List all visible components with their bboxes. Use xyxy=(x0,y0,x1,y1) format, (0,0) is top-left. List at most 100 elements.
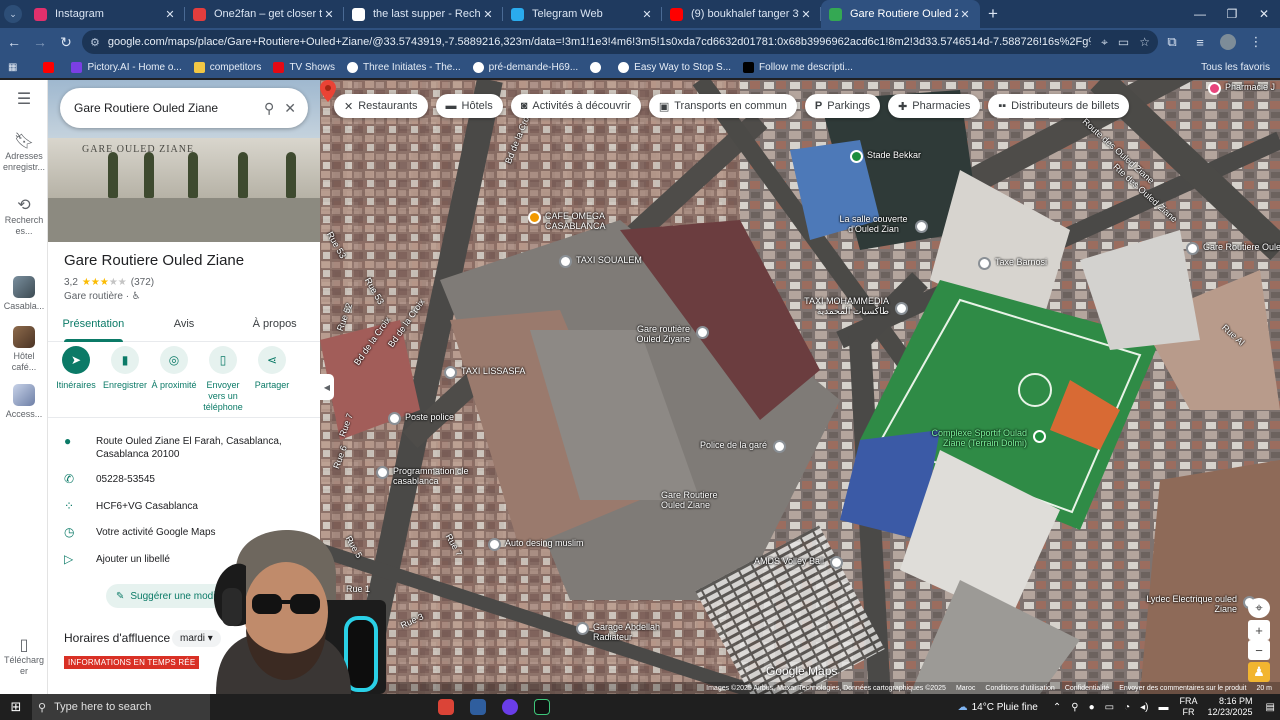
taskbar-app-steam[interactable] xyxy=(462,699,494,715)
close-tab-icon[interactable]: ✕ xyxy=(481,8,495,21)
site-info-icon[interactable]: ⚙ xyxy=(90,36,100,49)
forward-button[interactable]: → xyxy=(28,30,52,54)
bookmark-item[interactable]: Easy Way to Stop S... xyxy=(618,61,731,73)
poi-programmation[interactable]: Programmation cle casablanca xyxy=(376,466,486,486)
map-canvas[interactable]: ◀ ✕ Restaurants ▬ Hôtels ◙ Activités à déco… xyxy=(320,80,1280,694)
my-location-button[interactable]: ⌖ xyxy=(1248,598,1270,618)
weather-widget[interactable]: 14°C Pluie fine xyxy=(972,702,1038,713)
poi-amds-volley[interactable]: AMDS Volley Ball xyxy=(754,556,844,569)
browser-tab[interactable]: the last supper - Recherche Go✕ xyxy=(344,0,503,28)
chip-activities[interactable]: ◙ Activités à découvrir xyxy=(510,94,641,118)
chevron-up-icon[interactable]: ⌃ xyxy=(1053,702,1061,713)
collapse-panel-button[interactable]: ◀ xyxy=(320,374,334,400)
phone-row[interactable]: ✆ 05228-53545 xyxy=(64,473,155,486)
rail-download[interactable]: ▯ Télécharg er xyxy=(0,638,48,677)
save-button[interactable]: ▮ Enregistrer xyxy=(101,346,149,413)
close-tab-icon[interactable]: ✕ xyxy=(163,8,177,21)
back-button[interactable]: ← xyxy=(2,30,26,54)
url-bar[interactable]: ⚙ google.com/maps/place/Gare+Routiere+Ou… xyxy=(82,30,1158,54)
place-category[interactable]: Gare routière · ♿ xyxy=(64,291,141,302)
close-tab-icon[interactable]: ✕ xyxy=(322,8,336,21)
close-window-button[interactable]: ✕ xyxy=(1248,0,1280,28)
zoom-in-button[interactable]: + xyxy=(1248,620,1270,640)
directions-button[interactable]: ➤ Itinéraires xyxy=(52,346,100,413)
address-row[interactable]: ● Route Ouled Ziane El Farah, Casablanca,… xyxy=(64,435,294,461)
bookmark-item[interactable]: Pictory.AI - Home o... xyxy=(71,61,182,73)
mic-icon[interactable]: ● xyxy=(1089,702,1095,713)
close-icon[interactable]: ✕ xyxy=(284,100,296,117)
terms-link[interactable]: Conditions d'utilisation xyxy=(985,685,1054,692)
browser-tab[interactable]: (9) boukhalef tanger 3waza - Yo✕ xyxy=(662,0,821,28)
bookmark-item[interactable] xyxy=(590,61,606,73)
chip-parking[interactable]: P Parkings xyxy=(804,94,881,118)
review-count[interactable]: (372) xyxy=(131,277,154,288)
rail-recent-place-1[interactable]: Casabla... xyxy=(0,276,48,312)
taskbar-app-terminal[interactable] xyxy=(526,699,558,715)
rail-recent[interactable]: ⟲ Recherch es... xyxy=(0,198,48,237)
chip-hotels[interactable]: ▬ Hôtels xyxy=(435,94,503,118)
nearby-button[interactable]: ◎ À proximité xyxy=(150,346,198,413)
close-tab-icon[interactable]: ✕ xyxy=(640,8,654,21)
zoom-out-button[interactable]: − xyxy=(1248,640,1270,660)
poi-complexe-sportif[interactable]: Complexe Sportif Oulad Ziane (Terrain Do… xyxy=(926,428,1046,448)
battery-icon[interactable]: ▬ xyxy=(1159,702,1169,713)
rail-recent-place-2[interactable]: Hôtel café... xyxy=(0,326,48,373)
new-tab-button[interactable]: + xyxy=(980,0,1006,28)
menu-icon[interactable]: ⋮ xyxy=(1242,34,1270,50)
poi-auto-desing[interactable]: Auto desing muslim xyxy=(488,538,584,551)
location-icon[interactable]: ⌖ xyxy=(1101,35,1108,50)
poi-police-gare[interactable]: Police de la garé xyxy=(700,440,787,453)
rail-saved[interactable]: 🔖︎ Adresses enregistr... xyxy=(0,134,48,173)
taskbar-search[interactable]: ⚲ Type here to search xyxy=(32,694,210,720)
chip-atm[interactable]: ▪▪ Distributeurs de billets xyxy=(988,94,1130,118)
bookmark-item[interactable]: competitors xyxy=(193,61,261,73)
privacy-link[interactable]: Confidentialité xyxy=(1065,685,1109,692)
bookmark-item[interactable]: Follow me descripti... xyxy=(743,61,853,73)
browser-tab[interactable]: One2fan – get closer to the cre✕ xyxy=(185,0,344,28)
poi-stade-bekkar[interactable]: Stade Bekkar xyxy=(850,150,921,163)
rail-recent-place-3[interactable]: Access... xyxy=(0,384,48,420)
share-button[interactable]: ⋖ Partager xyxy=(248,346,296,413)
poi-gare-routiere-label[interactable]: Gare routière Ouled Ziyane xyxy=(625,324,709,344)
taskbar-app-messenger[interactable] xyxy=(494,699,526,715)
bookmark-item[interactable]: TV Shows xyxy=(273,61,335,73)
search-input[interactable]: Gare Routiere Ouled Ziane xyxy=(74,101,254,115)
notifications-icon[interactable]: ▤ xyxy=(1266,702,1275,713)
tab-overview[interactable]: Présentation xyxy=(48,314,139,342)
browser-tab[interactable]: Telegram Web ✕ xyxy=(503,0,662,28)
poi-salle-couverte[interactable]: La salle couverte d'Ouled Zian xyxy=(838,214,928,234)
search-box[interactable]: Gare Routiere Ouled Ziane ⚲ ✕ xyxy=(60,88,308,128)
chip-pharmacies[interactable]: ✚ Pharmacies xyxy=(888,94,981,118)
star-icon[interactable]: ☆ xyxy=(1139,35,1150,49)
restore-button[interactable]: ❐ xyxy=(1216,0,1248,28)
extensions-icon[interactable]: ⧉ xyxy=(1158,34,1186,50)
poi-lydec[interactable]: Lydec Electrique ouled Ziane xyxy=(1146,594,1256,614)
street-view-button[interactable]: ♟ xyxy=(1248,662,1270,682)
apps-icon[interactable]: ▦ xyxy=(8,62,17,73)
feedback-link[interactable]: Envoyer des commentaires sur le produit xyxy=(1119,685,1246,692)
reload-button[interactable]: ↻ xyxy=(54,30,78,54)
scale-label[interactable]: 20 m xyxy=(1256,685,1272,692)
close-tab-icon[interactable]: ✕ xyxy=(958,8,972,21)
install-icon[interactable]: ▭ xyxy=(1118,35,1129,49)
poi-garage-abdellah[interactable]: Garage Abdellah Radiateur xyxy=(576,622,686,642)
tab-search-button[interactable]: ⌄ xyxy=(0,0,26,28)
media-icon[interactable]: ≡ xyxy=(1186,35,1214,50)
tab-reviews[interactable]: Avis xyxy=(139,314,230,341)
poi-selected-place-label[interactable]: Gare Routiere Ouled Ziane xyxy=(661,490,741,510)
browser-tab[interactable]: Gare Routiere Ouled Ziane - Go✕ xyxy=(821,0,980,28)
bookmark-item[interactable]: pré-demande-H69... xyxy=(472,61,578,73)
chip-transit[interactable]: ▣ Transports en commun xyxy=(648,94,797,118)
taskbar-app-chrome[interactable] xyxy=(430,699,462,715)
poi-cafe-omega[interactable]: CAFE OMEGA CASABLANCA xyxy=(528,211,638,231)
poi-taxi-mohammedia[interactable]: TAXI MOHAMMEDIA طاكسيات المحمدية xyxy=(798,296,908,316)
profile-avatar[interactable] xyxy=(1214,34,1242,50)
clock[interactable]: 8:16 PM 12/23/2025 xyxy=(1208,696,1253,718)
rating-row[interactable]: 3,2 ★★★★★ (372) xyxy=(64,277,154,288)
poi-taxi-soualem[interactable]: TAXI SOUALEM xyxy=(559,255,642,268)
poi-poste-police[interactable]: Poste police xyxy=(388,412,454,425)
label-row[interactable]: ▷ Ajouter un libellé xyxy=(64,553,170,566)
menu-button[interactable]: ☰ xyxy=(0,92,48,109)
selected-place-pin-icon[interactable] xyxy=(320,80,336,102)
plus-code-row[interactable]: ⁘ HCF6+VG Casablanca xyxy=(64,500,198,513)
